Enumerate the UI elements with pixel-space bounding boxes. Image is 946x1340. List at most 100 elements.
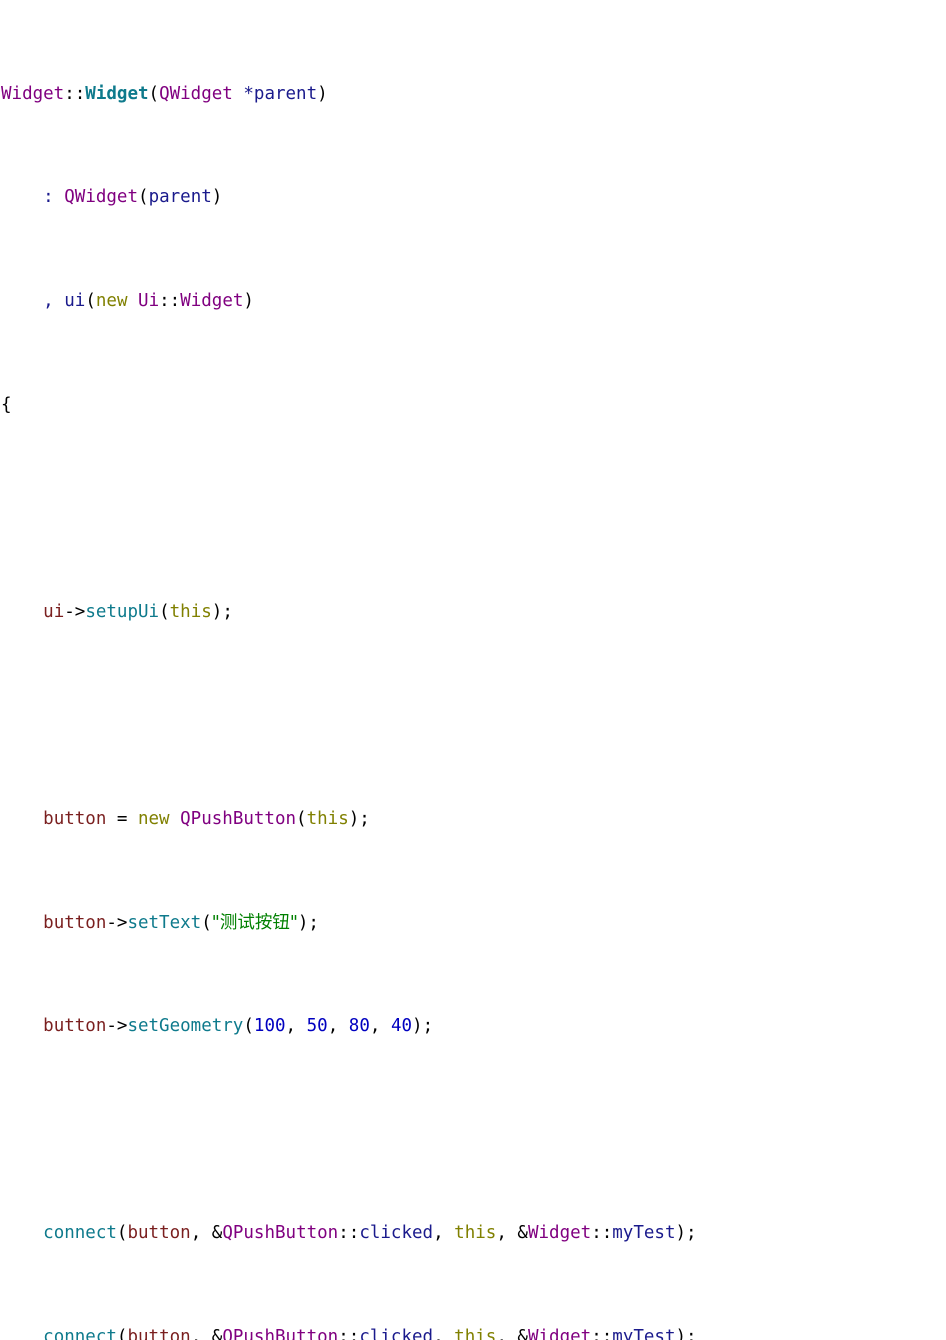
- code-line: : QWidget(parent): [0, 185, 946, 211]
- token-scope-operator: ::: [338, 1327, 360, 1340]
- token-member: button: [127, 1327, 191, 1340]
- token-signal: clicked: [359, 1327, 434, 1340]
- token-scope-operator: ::: [591, 1327, 613, 1340]
- token-address-operator: &: [517, 1327, 528, 1340]
- code-line: connect(button, &QPushButton::clicked, t…: [0, 1221, 946, 1247]
- token-comma: ,: [43, 290, 54, 311]
- token-paren-semicolon: );: [412, 1016, 434, 1037]
- token-parameter: *parent: [243, 83, 318, 104]
- token-member: ui: [64, 290, 86, 311]
- token-comma: ,: [433, 1223, 444, 1244]
- code-line: {: [0, 393, 946, 419]
- token-slot: myTest: [612, 1327, 676, 1340]
- code-line: ui->setupUi(this);: [0, 600, 946, 626]
- token-arrow-operator: ->: [106, 1016, 128, 1037]
- token-member: button: [43, 912, 107, 933]
- token-paren: (: [138, 187, 149, 208]
- token-comma: ,: [496, 1223, 507, 1244]
- token-paren: (: [159, 601, 170, 622]
- token-scope-operator: ::: [591, 1223, 613, 1244]
- token-type: QWidget: [64, 187, 139, 208]
- token-paren-semicolon: );: [348, 808, 370, 829]
- code-line: button = new QPushButton(this);: [0, 807, 946, 833]
- token-address-operator: &: [211, 1327, 223, 1340]
- token-paren: (: [85, 290, 96, 311]
- code-line: , ui(new Ui::Widget): [0, 289, 946, 315]
- token-string-literal: "测试按钮": [211, 912, 298, 933]
- token-paren-semicolon: );: [675, 1223, 697, 1244]
- token-paren-semicolon: );: [211, 601, 233, 622]
- code-line: button->setGeometry(100, 50, 80, 40);: [0, 1014, 946, 1040]
- token-keyword: this: [169, 601, 212, 622]
- token-slot: myTest: [612, 1223, 676, 1244]
- token-comma: ,: [190, 1223, 202, 1244]
- token-number: 100: [253, 1016, 286, 1037]
- token-type: QPushButton: [222, 1327, 339, 1340]
- token-comma: ,: [285, 1016, 297, 1037]
- code-editor-content[interactable]: Widget::Widget(QWidget *parent) : QWidge…: [0, 0, 946, 1340]
- token-scope-operator: ::: [64, 83, 86, 104]
- token-arrow-operator: ->: [106, 912, 128, 933]
- token-function: setGeometry: [127, 1016, 244, 1037]
- code-line: connect(button, &QPushButton::clicked, t…: [0, 1325, 946, 1340]
- token-keyword: new: [137, 808, 170, 829]
- token-member: button: [127, 1223, 191, 1244]
- token-number: 80: [348, 1016, 370, 1037]
- token-type: QPushButton: [180, 808, 297, 829]
- token-paren: (: [201, 912, 212, 933]
- token-paren: (: [116, 1327, 128, 1340]
- token-paren: ): [317, 83, 328, 104]
- token-scope-operator: ::: [159, 290, 181, 311]
- token-scope-operator: ::: [338, 1223, 360, 1244]
- token-keyword: this: [454, 1223, 497, 1244]
- token-paren-semicolon: );: [297, 912, 319, 933]
- token-member: button: [43, 808, 107, 829]
- token-function: setupUi: [85, 601, 160, 622]
- token-type: Widget: [527, 1327, 592, 1340]
- token-comma: ,: [327, 1016, 339, 1037]
- token-paren-semicolon: );: [675, 1327, 697, 1340]
- token-paren: ): [243, 290, 254, 311]
- token-type: Widget: [527, 1223, 592, 1244]
- token-address-operator: &: [517, 1223, 528, 1244]
- token-init-colon: :: [43, 187, 54, 208]
- token-argument: parent: [148, 187, 212, 208]
- token-number: 50: [306, 1016, 328, 1037]
- token-paren: (: [148, 83, 160, 104]
- token-type: Widget: [180, 290, 244, 311]
- token-comma: ,: [496, 1327, 507, 1340]
- token-address-operator: &: [211, 1223, 223, 1244]
- token-keyword: this: [454, 1327, 497, 1340]
- token-keyword: new: [95, 290, 128, 311]
- token-type: Widget: [1, 83, 65, 104]
- token-arrow-operator: ->: [64, 601, 86, 622]
- code-line: Widget::Widget(QWidget *parent): [0, 82, 946, 108]
- token-comma: ,: [433, 1327, 444, 1340]
- token-paren: (: [243, 1016, 254, 1037]
- token-comma: ,: [190, 1327, 202, 1340]
- token-keyword: this: [306, 808, 349, 829]
- token-brace: {: [1, 394, 12, 415]
- token-namespace: Ui: [138, 290, 160, 311]
- token-function: setText: [127, 912, 202, 933]
